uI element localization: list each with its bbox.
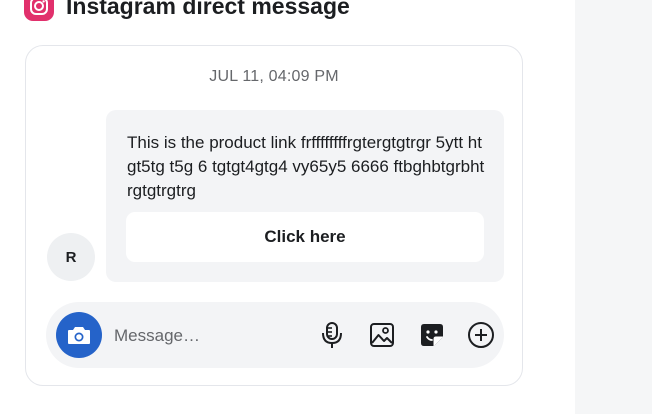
image-icon — [370, 323, 394, 347]
instagram-icon — [24, 0, 54, 21]
click-here-button[interactable]: Click here — [126, 212, 484, 262]
add-icon — [468, 322, 494, 348]
page-title: Instagram direct message — [66, 0, 350, 19]
microphone-button[interactable] — [317, 320, 347, 350]
avatar: R — [47, 233, 95, 281]
add-button[interactable] — [466, 320, 496, 350]
message-composer — [46, 302, 504, 368]
camera-icon — [68, 327, 90, 344]
sticker-button[interactable] — [417, 320, 447, 350]
microphone-icon — [322, 322, 342, 348]
message-bubble: This is the product link frffffffffrgter… — [106, 110, 504, 282]
image-button[interactable] — [367, 320, 397, 350]
right-panel-background — [575, 0, 652, 414]
message-timestamp: JUL 11, 04:09 PM — [209, 68, 339, 85]
camera-button[interactable] — [56, 312, 102, 358]
message-preview-card: JUL 11, 04:09 PM R This is the product l… — [25, 45, 523, 386]
message-input[interactable] — [112, 319, 306, 353]
sticker-icon — [421, 324, 443, 346]
message-text: This is the product link frffffffffrgter… — [127, 133, 485, 200]
page-header: Instagram direct message — [24, 0, 350, 22]
